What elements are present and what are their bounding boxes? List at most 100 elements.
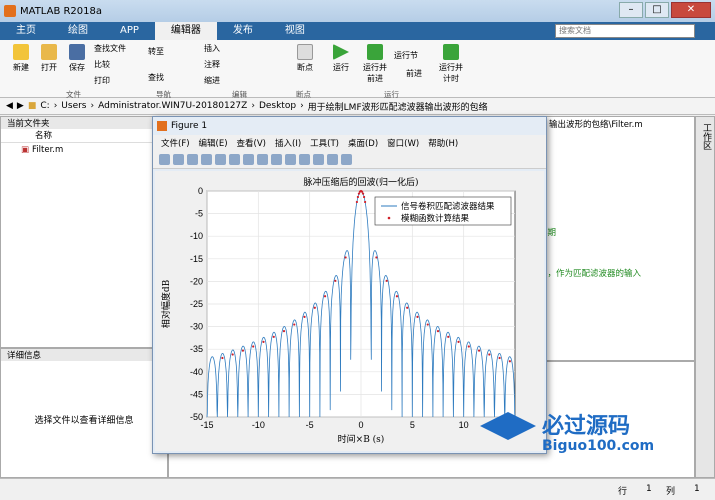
m-file-icon: ▣: [21, 145, 30, 155]
data-cursor-icon[interactable]: [285, 154, 296, 165]
x-tick-label: 0: [358, 420, 363, 430]
matlab-logo-icon: [4, 5, 16, 17]
y-tick-label: -40: [190, 367, 203, 377]
data-point: [231, 353, 234, 356]
file-item[interactable]: ▣ Filter.m: [1, 145, 167, 155]
zoom-out-icon[interactable]: [243, 154, 254, 165]
close-button[interactable]: ✕: [671, 2, 711, 18]
print-icon[interactable]: [201, 154, 212, 165]
new-figure-icon[interactable]: [159, 154, 170, 165]
column-name-header[interactable]: 名称: [1, 129, 167, 143]
menu-desktop[interactable]: 桌面(D): [348, 137, 378, 149]
data-point: [477, 349, 481, 352]
details-hint: 选择文件以查看详细信息: [34, 416, 134, 426]
colorbar-icon[interactable]: [327, 154, 338, 165]
search-input[interactable]: 搜索文档: [555, 24, 695, 38]
tab-view[interactable]: 视图: [269, 22, 321, 40]
x-tick-label: -5: [306, 420, 314, 430]
new-icon: [13, 44, 29, 60]
address-bar[interactable]: ◀ ▶ ■ C: › Users › Administrator.WIN7U-2018…: [0, 98, 715, 115]
legend-entry: 模糊函数计算结果: [401, 213, 470, 224]
run-time-button[interactable]: 运行并 计时: [436, 44, 466, 84]
menu-window[interactable]: 窗口(W): [387, 137, 419, 149]
open-button[interactable]: 打开: [36, 44, 62, 73]
forward-icon[interactable]: ▶: [17, 101, 24, 111]
menu-view[interactable]: 查看(V): [237, 137, 266, 149]
y-tick-label: -45: [190, 389, 203, 399]
run-advance-button[interactable]: 运行并 前进: [360, 44, 390, 84]
path-segment[interactable]: Desktop: [259, 101, 296, 111]
y-tick-label: -15: [190, 254, 203, 264]
breakpoints-button[interactable]: 断点: [292, 44, 318, 73]
zoom-in-icon[interactable]: [229, 154, 240, 165]
menu-tools[interactable]: 工具(T): [310, 137, 339, 149]
brush-icon[interactable]: [299, 154, 310, 165]
pointer-icon[interactable]: [215, 154, 226, 165]
goto-button[interactable]: 转至: [148, 46, 164, 57]
rotate-icon[interactable]: [271, 154, 282, 165]
path-segment[interactable]: C:: [40, 101, 49, 111]
run-icon: [333, 44, 349, 60]
pan-icon[interactable]: [257, 154, 268, 165]
data-point: [426, 323, 429, 326]
watermark: 必过源码 Biguo100.com: [480, 408, 680, 464]
graduation-cap-icon: [480, 412, 536, 440]
data-point: [303, 315, 306, 318]
run-section-button[interactable]: 运行节: [394, 50, 418, 61]
menu-file[interactable]: 文件(F): [161, 137, 190, 149]
print-button[interactable]: 打印: [94, 75, 110, 86]
indent-button[interactable]: 缩进: [204, 75, 220, 86]
data-point: [262, 340, 265, 344]
link-icon[interactable]: [313, 154, 324, 165]
menu-edit[interactable]: 编辑(E): [199, 137, 228, 149]
run-button[interactable]: 运行: [328, 44, 354, 73]
details-panel: 详细信息 选择文件以查看详细信息: [0, 348, 168, 478]
advance-button[interactable]: 前进: [406, 68, 422, 79]
menu-insert[interactable]: 插入(I): [275, 137, 301, 149]
find-files-button[interactable]: 查找文件: [94, 43, 126, 54]
tab-home[interactable]: 主页: [0, 22, 52, 40]
minimize-button[interactable]: –: [619, 2, 643, 18]
data-point: [416, 315, 419, 318]
figure-toolbar: [153, 151, 546, 169]
y-tick-label: -20: [190, 276, 203, 286]
path-segment[interactable]: Administrator.WIN7U-20180127Z: [98, 101, 247, 111]
comment-button[interactable]: 注释: [204, 59, 220, 70]
y-axis-label: 相对幅度dB: [160, 279, 172, 328]
current-folder-panel: 当前文件夹 名称 ▣ Filter.m: [0, 116, 168, 348]
panel-title: 当前文件夹: [1, 117, 167, 129]
workspace-collapsed[interactable]: 工作区: [695, 116, 715, 478]
save-button[interactable]: 保存: [64, 44, 90, 73]
back-icon[interactable]: ◀: [6, 101, 13, 111]
open-icon[interactable]: [173, 154, 184, 165]
folder-icon: ■: [27, 101, 37, 111]
y-tick-label: -30: [190, 322, 203, 332]
path-segment[interactable]: Users: [61, 101, 86, 111]
x-tick-label: 10: [459, 420, 469, 430]
watermark-url: Biguo100.com: [542, 438, 655, 454]
figure-window: Figure 1 文件(F) 编辑(E) 查看(V) 插入(I) 工具(T) 桌…: [152, 116, 547, 454]
maximize-button[interactable]: □: [645, 2, 669, 18]
editor-title: 输出波形的包络\Filter.m: [549, 120, 643, 130]
row-value: 1: [646, 484, 652, 494]
save-icon[interactable]: [187, 154, 198, 165]
data-point: [436, 329, 440, 333]
new-button[interactable]: 新建: [8, 44, 34, 73]
watermark-text: 必过源码: [542, 414, 631, 439]
compare-button[interactable]: 比较: [94, 59, 110, 70]
tab-editor[interactable]: 编辑器: [154, 22, 217, 40]
figure-menubar: 文件(F) 编辑(E) 查看(V) 插入(I) 工具(T) 桌面(D) 窗口(W…: [153, 135, 546, 151]
y-tick-label: -5: [195, 209, 203, 219]
data-point: [252, 345, 255, 348]
app-title: MATLAB R2018a: [20, 5, 103, 17]
tab-publish[interactable]: 发布: [217, 22, 269, 40]
legend-icon[interactable]: [341, 154, 352, 165]
tab-apps[interactable]: APP: [104, 22, 155, 40]
find-button[interactable]: 查找: [148, 72, 164, 83]
insert-button[interactable]: 插入: [204, 43, 220, 54]
tab-plots[interactable]: 绘图: [52, 22, 104, 40]
data-point: [498, 356, 501, 360]
y-tick-label: 0: [198, 186, 203, 196]
path-segment[interactable]: 用于绘制LMF波形匹配滤波器输出波形的包络: [308, 100, 488, 113]
menu-help[interactable]: 帮助(H): [428, 137, 458, 149]
